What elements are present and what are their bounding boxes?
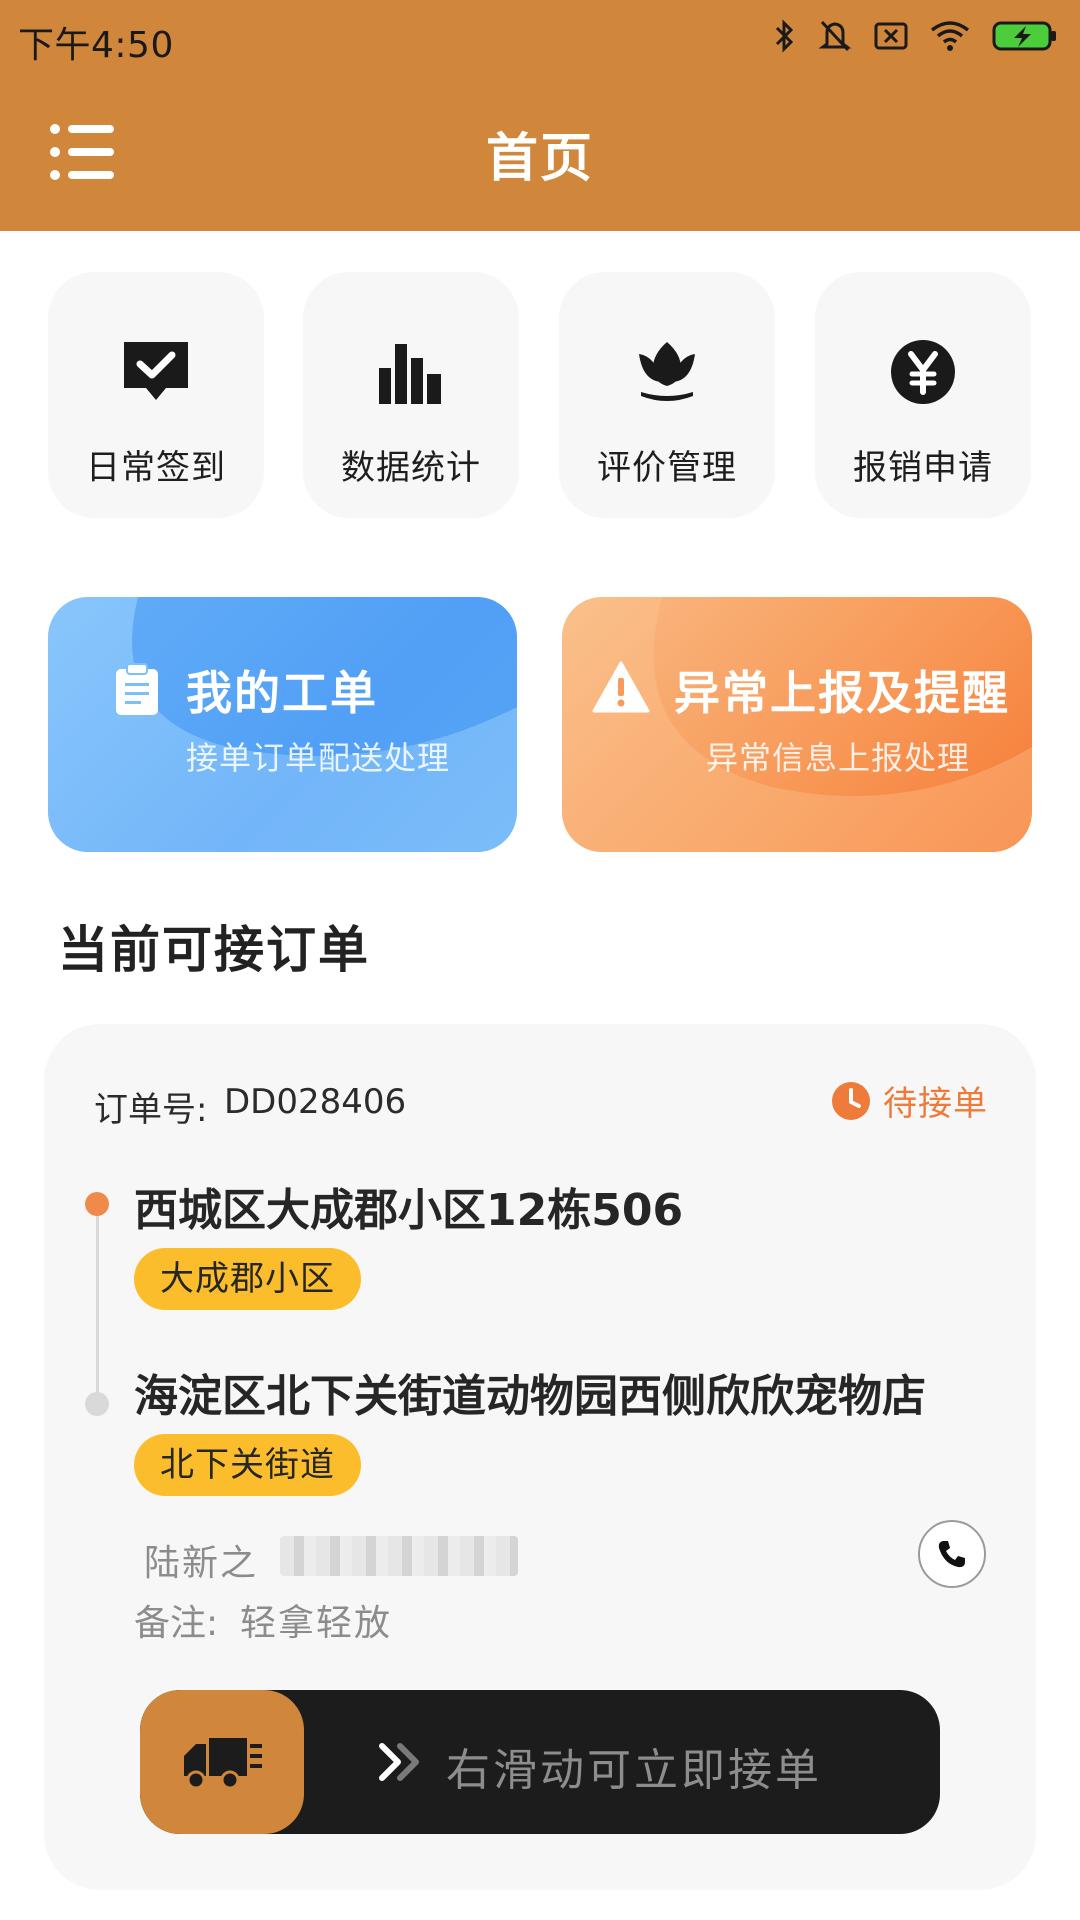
my-orders-subtitle: 接单订单配送处理	[186, 739, 451, 777]
bar-chart-icon	[379, 344, 441, 404]
order-card[interactable]: 订单号: DD028406 待接单 西城区大成郡小区12栋506 大成郡小区 海…	[44, 1024, 1036, 1890]
order-status-badge: 待接单	[831, 1076, 988, 1125]
header: 下午4:50 首页	[0, 0, 1080, 231]
dropoff-address: 海淀区北下关街道动物园西侧欣欣宠物店	[134, 1371, 926, 1422]
reimbursement-tile[interactable]: 报销申请	[815, 272, 1031, 518]
dropoff-area-tag: 北下关街道	[134, 1434, 361, 1496]
card-wave-decoration	[48, 597, 517, 852]
status-bar: 下午4:50	[0, 0, 1080, 74]
checkin-tile[interactable]: 日常签到	[48, 272, 264, 518]
accept-order-slider[interactable]: 右滑动可立即接单	[140, 1690, 940, 1834]
tile-label: 报销申请	[853, 448, 993, 488]
tile-label: 日常签到	[86, 448, 226, 488]
pickup-dot	[85, 1192, 109, 1216]
statistics-tile[interactable]: 数据统计	[303, 272, 519, 518]
contact-name: 陆新之	[144, 1543, 259, 1584]
clipboard-icon	[116, 663, 158, 715]
phone-icon	[938, 1541, 965, 1568]
status-time: 下午4:50	[18, 25, 174, 66]
page-title: 首页	[485, 129, 594, 189]
status-icons	[774, 18, 1058, 54]
exception-title: 异常上报及提醒	[674, 666, 1010, 720]
checkin-heart-icon	[124, 342, 188, 400]
review-tile[interactable]: 评价管理	[559, 272, 775, 518]
exception-report-card[interactable]: 异常上报及提醒 异常信息上报处理	[562, 597, 1032, 852]
mute-icon	[818, 18, 852, 54]
pickup-address: 西城区大成郡小区12栋506	[134, 1185, 684, 1236]
order-number: DD028406	[224, 1082, 407, 1122]
route-line	[96, 1206, 99, 1402]
card-wave-decoration	[562, 597, 1032, 852]
order-status-text: 待接单	[883, 1084, 988, 1124]
truck-icon	[184, 1738, 262, 1790]
sim-icon	[874, 21, 908, 51]
dropoff-dot	[85, 1392, 109, 1416]
pickup-area-tag: 大成郡小区	[134, 1248, 361, 1310]
order-number-label: 订单号:	[94, 1090, 208, 1130]
section-title: 当前可接订单	[58, 921, 370, 979]
bluetooth-icon	[774, 18, 796, 54]
tile-label: 评价管理	[597, 448, 737, 488]
warning-icon	[592, 661, 650, 713]
battery-charging-icon	[992, 20, 1058, 52]
contact-phone-blurred	[280, 1536, 518, 1576]
remark-text: 轻拿轻放	[240, 1603, 393, 1644]
quick-actions: 日常签到 数据统计 评价管理 报销申请	[48, 272, 1032, 518]
call-button[interactable]	[918, 1520, 986, 1588]
lotus-icon	[639, 342, 695, 401]
app-bar: 首页	[0, 74, 1080, 231]
my-orders-card[interactable]: 我的工单 接单订单配送处理	[48, 597, 517, 852]
my-orders-title: 我的工单	[186, 666, 378, 720]
remark-label: 备注:	[134, 1603, 219, 1644]
slider-hint: 右滑动可立即接单	[446, 1745, 822, 1796]
wifi-icon	[930, 20, 970, 52]
slider-handle[interactable]	[140, 1690, 304, 1834]
exception-subtitle: 异常信息上报处理	[706, 739, 971, 777]
clock-icon	[832, 1081, 870, 1120]
tile-label: 数据统计	[341, 448, 481, 488]
yen-coin-icon	[891, 340, 955, 404]
double-chevron-right-icon	[379, 1743, 419, 1781]
